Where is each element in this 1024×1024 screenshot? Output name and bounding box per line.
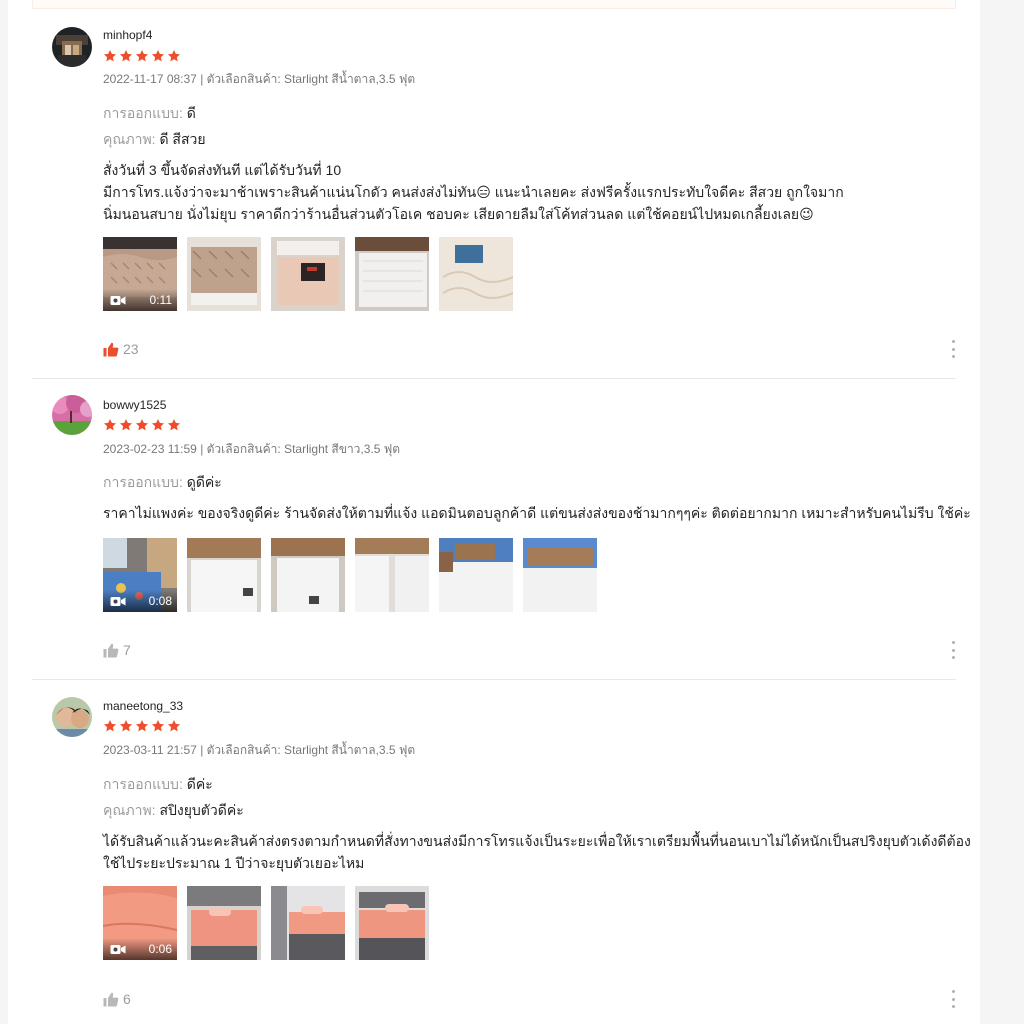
media-list: 0:11 xyxy=(103,237,513,311)
avatar[interactable] xyxy=(52,697,92,737)
star-icon xyxy=(135,419,149,431)
review-text: สั่งวันที่ 3 ขึ้นจัดส่งทันที แต่ได้รับวั… xyxy=(103,159,963,225)
star-icon xyxy=(151,720,165,732)
image-thumbnail[interactable] xyxy=(271,538,345,612)
image-thumbnail[interactable] xyxy=(187,886,261,960)
image-thumbnail[interactable] xyxy=(523,538,597,612)
star-icon xyxy=(103,419,117,431)
like-count: 23 xyxy=(123,341,139,357)
star-icon xyxy=(119,50,133,62)
review-meta: 2023-03-11 21:57 | ตัวเลือกสินค้า: Starl… xyxy=(103,743,416,757)
review-item: minhopf4 2022-11-17 08:37 | ตัวเลือกสินค… xyxy=(32,0,956,380)
star-icon xyxy=(167,50,181,62)
like-count: 7 xyxy=(123,642,131,658)
review-text-line: สั่งวันที่ 3 ขึ้นจัดส่งทันที แต่ได้รับวั… xyxy=(103,162,342,178)
image-thumbnail[interactable] xyxy=(271,886,345,960)
image-thumbnail[interactable] xyxy=(439,237,513,311)
review-text: ราคาไม่แพงค่ะ ของจริงดูดีค่ะ ร้านจัดส่งใ… xyxy=(103,502,971,524)
star-icon xyxy=(151,419,165,431)
avatar[interactable] xyxy=(52,395,92,435)
review-text-line: ใช้ไประยะประมาณ 1 ปีว่าจะยุบตัวเยอะไหม xyxy=(103,855,365,871)
video-camera-icon xyxy=(110,295,126,305)
like-button[interactable]: 23 xyxy=(103,341,139,357)
review-text-line: ราคาไม่แพงค่ะ ของจริงดูดีค่ะ ร้านจัดส่งใ… xyxy=(103,505,971,521)
review-item: maneetong_33 2023-03-11 21:57 | ตัวเลือก… xyxy=(32,680,971,1024)
attribute-design: การออกแบบ: ดี xyxy=(103,103,196,125)
attribute-value: สปิงยุบตัวดีค่ะ xyxy=(159,802,244,818)
like-button[interactable]: 7 xyxy=(103,642,131,658)
star-icon xyxy=(103,720,117,732)
like-count: 6 xyxy=(123,991,131,1007)
attribute-quality: คุณภาพ: สปิงยุบตัวดีค่ะ xyxy=(103,800,244,822)
video-thumbnail[interactable]: 0:11 xyxy=(103,237,177,311)
video-overlay: 0:11 xyxy=(103,289,177,311)
video-overlay: 0:08 xyxy=(103,590,177,612)
star-icon xyxy=(167,419,181,431)
username[interactable]: maneetong_33 xyxy=(103,699,183,713)
video-thumbnail[interactable]: 0:08 xyxy=(103,538,177,612)
thumbs-up-icon xyxy=(103,643,119,657)
attribute-value: ดี xyxy=(186,105,196,121)
image-thumbnail[interactable] xyxy=(439,538,513,612)
star-icon xyxy=(119,720,133,732)
more-options-icon[interactable] xyxy=(946,990,960,1008)
username[interactable]: minhopf4 xyxy=(103,28,152,42)
video-duration: 0:06 xyxy=(148,942,172,956)
image-thumbnail[interactable] xyxy=(187,237,261,311)
review-text-line: ได้รับสินค้าแล้วนะคะสินค้าส่งตรงตามกำหนด… xyxy=(103,833,971,849)
video-duration: 0:11 xyxy=(149,293,172,307)
attribute-quality: คุณภาพ: ดี สีสวย xyxy=(103,129,206,151)
more-options-icon[interactable] xyxy=(946,340,960,358)
attribute-value: ดี สีสวย xyxy=(159,131,206,147)
star-icon xyxy=(151,50,165,62)
thumbs-up-icon xyxy=(103,342,119,356)
username[interactable]: bowwy1525 xyxy=(103,398,166,412)
review-text: ได้รับสินค้าแล้วนะคะสินค้าส่งตรงตามกำหนด… xyxy=(103,830,971,874)
video-camera-icon xyxy=(110,944,126,954)
thumbs-up-icon xyxy=(103,992,119,1006)
review-meta: 2023-02-23 11:59 | ตัวเลือกสินค้า: Starl… xyxy=(103,442,401,456)
image-thumbnail[interactable] xyxy=(355,886,429,960)
star-icon xyxy=(103,50,117,62)
star-rating xyxy=(103,418,181,434)
avatar[interactable] xyxy=(52,27,92,67)
review-item: bowwy1525 2023-02-23 11:59 | ตัวเลือกสิน… xyxy=(32,379,971,679)
attribute-label: การออกแบบ: xyxy=(103,474,183,490)
image-thumbnail[interactable] xyxy=(355,538,429,612)
attribute-label: คุณภาพ: xyxy=(103,802,156,818)
attribute-value: ดีค่ะ xyxy=(186,776,213,792)
attribute-label: การออกแบบ: xyxy=(103,776,183,792)
star-icon xyxy=(167,720,181,732)
star-rating xyxy=(103,49,181,65)
review-text-line: มีการโทร.แจ้งว่าจะมาช้าเพราะสินค้าแน่นโก… xyxy=(103,184,844,200)
image-thumbnail[interactable] xyxy=(355,237,429,311)
star-rating xyxy=(103,719,181,735)
star-icon xyxy=(119,419,133,431)
star-icon xyxy=(135,50,149,62)
video-duration: 0:08 xyxy=(148,594,172,608)
image-thumbnail[interactable] xyxy=(187,538,261,612)
attribute-design: การออกแบบ: ดูดีค่ะ xyxy=(103,472,222,494)
video-overlay: 0:06 xyxy=(103,938,177,960)
image-thumbnail[interactable] xyxy=(271,237,345,311)
more-options-icon[interactable] xyxy=(946,641,960,659)
like-button[interactable]: 6 xyxy=(103,991,131,1007)
video-thumbnail[interactable]: 0:06 xyxy=(103,886,177,960)
attribute-value: ดูดีค่ะ xyxy=(186,474,222,490)
attribute-label: คุณภาพ: xyxy=(103,131,156,147)
media-list: 0:06 xyxy=(103,886,429,960)
media-list: 0:08 xyxy=(103,538,597,612)
review-meta: 2022-11-17 08:37 | ตัวเลือกสินค้า: Starl… xyxy=(103,72,416,86)
attribute-label: การออกแบบ: xyxy=(103,105,183,121)
review-text-line: นิ่มนอนสบาย นั่งไม่ยุบ ราคาดีกว่าร้านอื่… xyxy=(103,206,814,222)
video-camera-icon xyxy=(110,596,126,606)
attribute-design: การออกแบบ: ดีค่ะ xyxy=(103,774,213,796)
star-icon xyxy=(135,720,149,732)
